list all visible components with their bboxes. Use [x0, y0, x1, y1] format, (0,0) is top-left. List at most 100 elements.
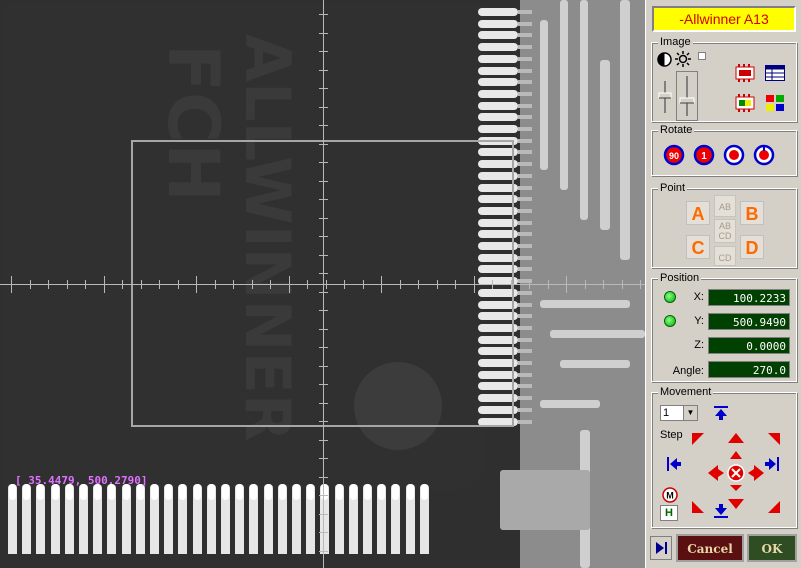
ic-pin: [64, 484, 74, 554]
capture-image-icon[interactable]: [734, 63, 756, 83]
move-top-icon[interactable]: [710, 403, 732, 423]
ic-pin: [478, 54, 532, 63]
ic-pin: [50, 484, 60, 554]
ic-pin: [478, 125, 532, 133]
image-option-checkbox[interactable]: [698, 52, 706, 60]
crosshair-tick: [319, 88, 328, 89]
step-select[interactable]: 1 ▼: [660, 405, 698, 421]
crosshair-tick: [566, 276, 567, 293]
crosshair-tick: [214, 280, 216, 289]
ic-pin: [478, 19, 532, 28]
move-up-icon[interactable]: [728, 433, 744, 443]
ic-pin: [178, 484, 188, 554]
point-d-button[interactable]: D: [740, 235, 764, 259]
ic-pin: [478, 89, 532, 98]
contrast-icon[interactable]: [656, 51, 672, 67]
move-right-small-icon[interactable]: [748, 469, 754, 477]
contrast-slider[interactable]: [658, 79, 672, 115]
ic-pin: [8, 484, 17, 554]
step-label: Step: [660, 429, 683, 441]
crosshair-tick: [319, 384, 328, 385]
rotate-ccw-90-icon[interactable]: 90: [662, 143, 686, 167]
z-label: Z:: [694, 339, 704, 351]
move-down-left-icon[interactable]: [692, 501, 704, 513]
move-far-right-icon[interactable]: [762, 453, 782, 475]
crosshair-tick: [48, 280, 49, 289]
crosshair-tick: [319, 69, 328, 71]
crosshair-tick: [29, 280, 31, 289]
ic-pin: [22, 484, 32, 554]
y-status-led: [664, 315, 676, 327]
crosshair-tick: [399, 280, 401, 289]
move-bottom-icon[interactable]: [710, 501, 732, 521]
crosshair-vertical: [323, 0, 324, 568]
crosshair-tick: [319, 273, 328, 274]
table-view-icon[interactable]: [764, 63, 786, 83]
crosshair-tick: [319, 532, 328, 533]
home-button[interactable]: H: [660, 505, 678, 521]
ic-pin: [478, 113, 532, 122]
move-left-small-icon[interactable]: [718, 469, 724, 477]
ok-button[interactable]: OK: [747, 534, 797, 562]
ic-pin: [277, 484, 287, 554]
color-palette-icon[interactable]: [764, 93, 786, 113]
image-group: Image: [651, 36, 797, 122]
crosshair-tick: [319, 513, 328, 515]
move-up-left-icon[interactable]: [692, 433, 704, 445]
rotate-cw-1-icon[interactable]: [722, 143, 746, 167]
manual-mode-button[interactable]: M: [660, 487, 680, 503]
ic-pin: [478, 31, 532, 40]
chevron-down-icon[interactable]: ▼: [683, 406, 697, 420]
rotate-ccw-1-icon[interactable]: 1: [692, 143, 716, 167]
brightness-icon[interactable]: [674, 51, 692, 67]
crosshair-tick: [319, 162, 328, 163]
step-select-value: 1: [663, 407, 670, 419]
crosshair-tick: [233, 280, 234, 289]
point-a-button[interactable]: A: [686, 201, 710, 225]
ic-pin: [478, 101, 532, 110]
crosshair-tick: [319, 310, 328, 311]
ic-pin: [306, 484, 316, 554]
crosshair-tick: [319, 143, 328, 145]
ic-pin: [221, 484, 230, 554]
crosshair-tick: [319, 106, 328, 108]
control-panel: -Allwinner A13 Image Rotate 90 1 Point A…: [645, 0, 801, 568]
crosshair-tick: [325, 280, 327, 289]
move-down-small-icon[interactable]: [730, 485, 742, 491]
movement-group: Movement 1 ▼ Step M H: [651, 386, 797, 528]
camera-view[interactable]: ALLWINNER FCH [ 35.4479, 500.2790]: [0, 0, 645, 568]
crosshair-tick: [319, 32, 328, 34]
crosshair-tick: [177, 280, 179, 289]
move-up-small-icon[interactable]: [730, 451, 742, 459]
point-abcd-button[interactable]: AB CD: [714, 219, 736, 243]
ic-pin: [93, 484, 103, 554]
ic-pin: [263, 484, 273, 554]
point-ab-button[interactable]: AB: [714, 195, 736, 217]
y-label: Y:: [694, 315, 704, 327]
crosshair-tick: [270, 280, 271, 289]
rotate-cw-90-icon[interactable]: [752, 143, 776, 167]
move-left-icon[interactable]: [708, 465, 718, 481]
brightness-slider[interactable]: [676, 71, 698, 121]
color-capture-icon[interactable]: [734, 93, 756, 113]
skip-forward-icon[interactable]: [650, 536, 672, 560]
position-group: Position X: 100.2233 Y: 500.9490 Z: 0.00…: [651, 272, 797, 382]
point-c-button[interactable]: C: [686, 235, 710, 259]
move-down-right-icon[interactable]: [768, 501, 780, 513]
move-up-right-icon[interactable]: [768, 433, 780, 445]
device-title: -Allwinner A13: [652, 6, 796, 32]
crosshair-tick: [319, 125, 328, 126]
point-b-button[interactable]: B: [740, 201, 764, 225]
crosshair-tick: [319, 458, 328, 459]
point-cd-button[interactable]: CD: [714, 246, 736, 266]
move-far-left-icon[interactable]: [664, 453, 684, 475]
ic-pin: [405, 484, 415, 554]
angle-label: Angle:: [672, 365, 704, 377]
ic-pin: [164, 484, 174, 554]
cancel-button[interactable]: Cancel: [676, 534, 744, 562]
crosshair-tick: [251, 280, 253, 289]
crosshair-tick: [288, 276, 290, 293]
crosshair-tick: [319, 180, 328, 182]
crosshair-tick: [584, 280, 586, 289]
crosshair-tick: [319, 476, 328, 478]
